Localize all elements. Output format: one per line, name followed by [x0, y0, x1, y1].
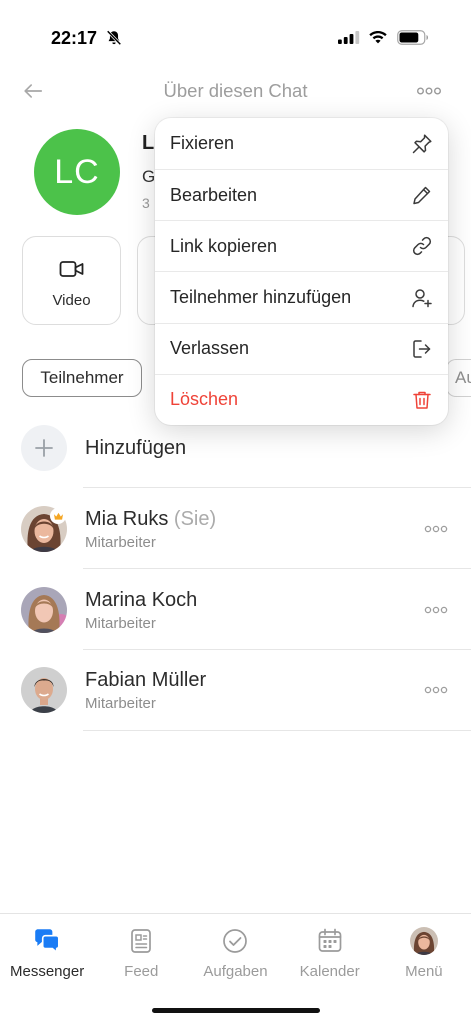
menu-item-label: Link kopieren [170, 235, 278, 256]
context-menu: Fixieren Bearbeiten Link kopieren Teilne… [155, 118, 448, 425]
divider [83, 730, 471, 731]
more-dots-icon[interactable] [423, 604, 449, 616]
member-name[interactable]: Marina Koch [85, 588, 197, 612]
video-call-label: Video [52, 292, 91, 309]
menu-item-label: Löschen [170, 389, 239, 410]
menu-item-link-kopieren[interactable]: Link kopieren [155, 220, 448, 271]
profile-avatar-icon [409, 927, 438, 955]
menu-item-label: Bearbeiten [170, 184, 258, 205]
member-role: Mitarbeiter [85, 695, 156, 712]
menu-item-label: Verlassen [170, 338, 250, 359]
menu-item-label: Teilnehmer hinzufügen [170, 287, 352, 308]
home-indicator[interactable] [152, 1008, 320, 1013]
calendar-icon [315, 926, 345, 956]
chat-avatar[interactable]: LC [34, 129, 120, 215]
member-role: Mitarbeiter [85, 615, 156, 632]
plus-icon [33, 437, 55, 459]
self-marker: (Sie) [173, 508, 217, 530]
feed-icon [126, 926, 156, 956]
wifi-icon [368, 29, 388, 44]
tab-label: Menü [405, 963, 443, 980]
video-icon [59, 259, 85, 279]
menu-item-verlassen[interactable]: Verlassen [155, 322, 448, 374]
check-circle-icon [220, 926, 250, 956]
member-role: Mitarbeiter [85, 534, 156, 551]
tab-label: Messenger [9, 963, 85, 980]
tab-label: Feed [124, 963, 159, 980]
add-member-label[interactable]: Hinzufügen [85, 436, 186, 460]
avatar[interactable] [21, 587, 67, 633]
menu-item-fixieren[interactable]: Fixieren [155, 118, 448, 169]
divider [83, 649, 471, 650]
member-name[interactable]: Fabian Müller [85, 668, 206, 692]
tab-label: Kalender [299, 963, 360, 980]
member-name[interactable]: Mia Ruks (Sie) [85, 507, 216, 531]
pin-icon [410, 132, 434, 156]
divider [83, 568, 471, 569]
chip-au[interactable]: Au [446, 359, 471, 397]
person-add-icon [410, 286, 434, 310]
add-member-button[interactable] [21, 425, 67, 471]
cellular-signal-icon [338, 31, 360, 44]
menu-item-loeschen[interactable]: Löschen [155, 373, 448, 425]
chat-name: L [142, 132, 155, 154]
chip-teilnehmer[interactable]: Teilnehmer [22, 359, 142, 397]
status-bar: 22:17 [0, 0, 471, 60]
leave-icon [410, 337, 434, 361]
divider [83, 487, 471, 488]
chat-description: G [142, 167, 156, 186]
menu-item-label: Fixieren [170, 133, 235, 154]
chat-bubbles-icon [32, 926, 62, 956]
pencil-icon [410, 183, 434, 207]
crown-icon [50, 508, 66, 524]
tab-feed[interactable]: Feed [94, 914, 188, 994]
trash-icon [410, 388, 434, 412]
member-name-text: Mia Ruks [85, 508, 169, 530]
bell-slash-icon [105, 29, 123, 47]
tab-messenger[interactable]: Messenger [0, 914, 94, 994]
battery-icon [397, 30, 429, 45]
more-dots-icon[interactable] [423, 684, 449, 696]
avatar[interactable] [21, 667, 67, 713]
tab-aufgaben[interactable]: Aufgaben [188, 914, 282, 994]
page-title: Über diesen Chat [163, 80, 308, 101]
menu-item-bearbeiten[interactable]: Bearbeiten [155, 169, 448, 220]
tab-menue[interactable]: Menü [377, 914, 471, 994]
tab-kalender[interactable]: Kalender [283, 914, 377, 994]
menu-item-teilnehmer-hinzufuegen[interactable]: Teilnehmer hinzufügen [155, 271, 448, 322]
more-dots-icon[interactable] [423, 523, 449, 535]
status-time: 22:17 [51, 28, 98, 48]
tab-label: Aufgaben [203, 963, 268, 980]
more-dots-icon[interactable] [416, 85, 442, 97]
chat-meta: 3 [142, 195, 150, 211]
video-call-button[interactable]: Video [22, 236, 121, 325]
link-icon [410, 234, 434, 258]
chat-avatar-initials: LC [54, 152, 100, 191]
